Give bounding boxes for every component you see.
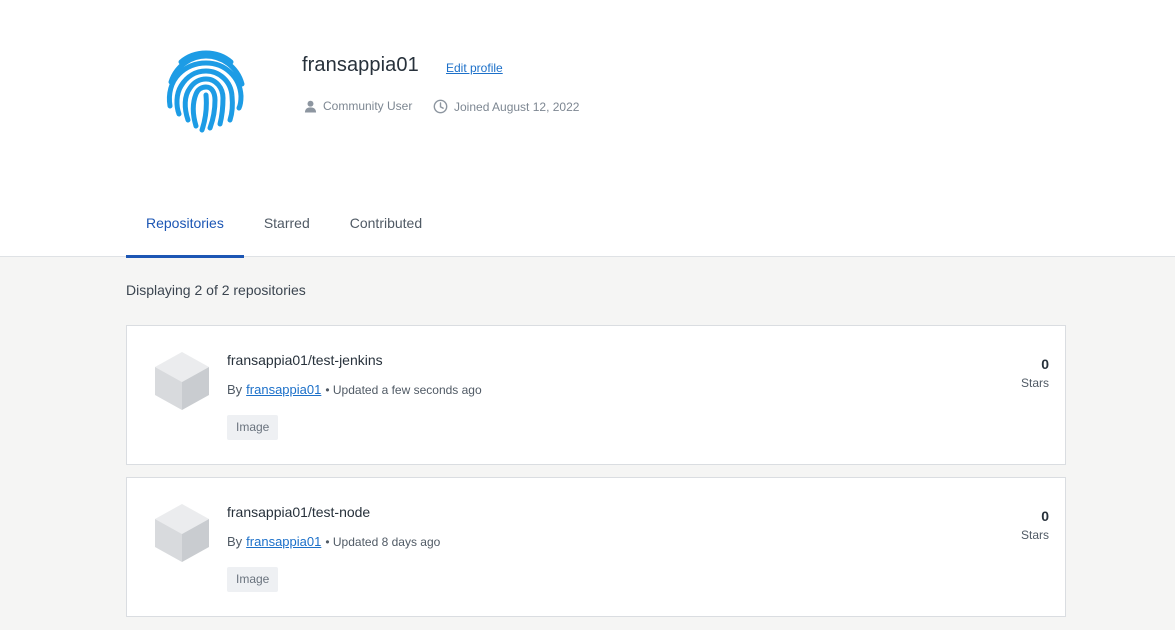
- profile-role: Community User: [304, 99, 412, 113]
- stars-label: Stars: [1020, 528, 1049, 542]
- user-icon: [304, 100, 317, 113]
- repository-updated: • Updated a few seconds ago: [325, 383, 482, 397]
- repository-updated: • Updated 8 days ago: [325, 535, 441, 549]
- by-label: By: [227, 534, 243, 549]
- repository-name[interactable]: fransappia01/test-node: [227, 504, 370, 520]
- profile-header: fransappia01 Edit profile Community User…: [0, 0, 1175, 258]
- clock-icon: [433, 99, 448, 114]
- tab-contributed[interactable]: Contributed: [330, 197, 442, 257]
- repository-author-link[interactable]: fransappia01: [246, 382, 321, 397]
- repository-count: Displaying 2 of 2 repositories: [126, 282, 306, 298]
- stars-count: 0: [1041, 356, 1049, 372]
- repository-author-link[interactable]: fransappia01: [246, 534, 321, 549]
- repository-card[interactable]: fransappia01/test-jenkins By fransappia0…: [126, 325, 1066, 465]
- profile-joined: Joined August 12, 2022: [433, 99, 579, 114]
- stars-count: 0: [1041, 508, 1049, 524]
- fingerprint-icon: [166, 50, 245, 133]
- cube-icon: [155, 352, 209, 410]
- repository-meta: By fransappia01 • Updated a few seconds …: [227, 382, 482, 397]
- profile-role-text: Community User: [323, 99, 413, 113]
- cube-icon: [155, 504, 209, 562]
- repository-type-badge: Image: [227, 415, 279, 440]
- repository-name[interactable]: fransappia01/test-jenkins: [227, 352, 383, 368]
- tab-starred[interactable]: Starred: [244, 197, 330, 257]
- tab-repositories[interactable]: Repositories: [126, 197, 244, 258]
- repository-type-badge: Image: [227, 567, 279, 592]
- edit-profile-link[interactable]: Edit profile: [446, 61, 503, 75]
- repository-card[interactable]: fransappia01/test-node By fransappia01 •…: [126, 477, 1066, 617]
- profile-tabs: Repositories Starred Contributed: [126, 197, 442, 258]
- by-label: By: [227, 382, 243, 397]
- repository-meta: By fransappia01 • Updated 8 days ago: [227, 534, 440, 549]
- stars-label: Stars: [1020, 376, 1049, 390]
- profile-joined-text: Joined August 12, 2022: [454, 99, 580, 114]
- profile-username: fransappia01: [302, 54, 419, 76]
